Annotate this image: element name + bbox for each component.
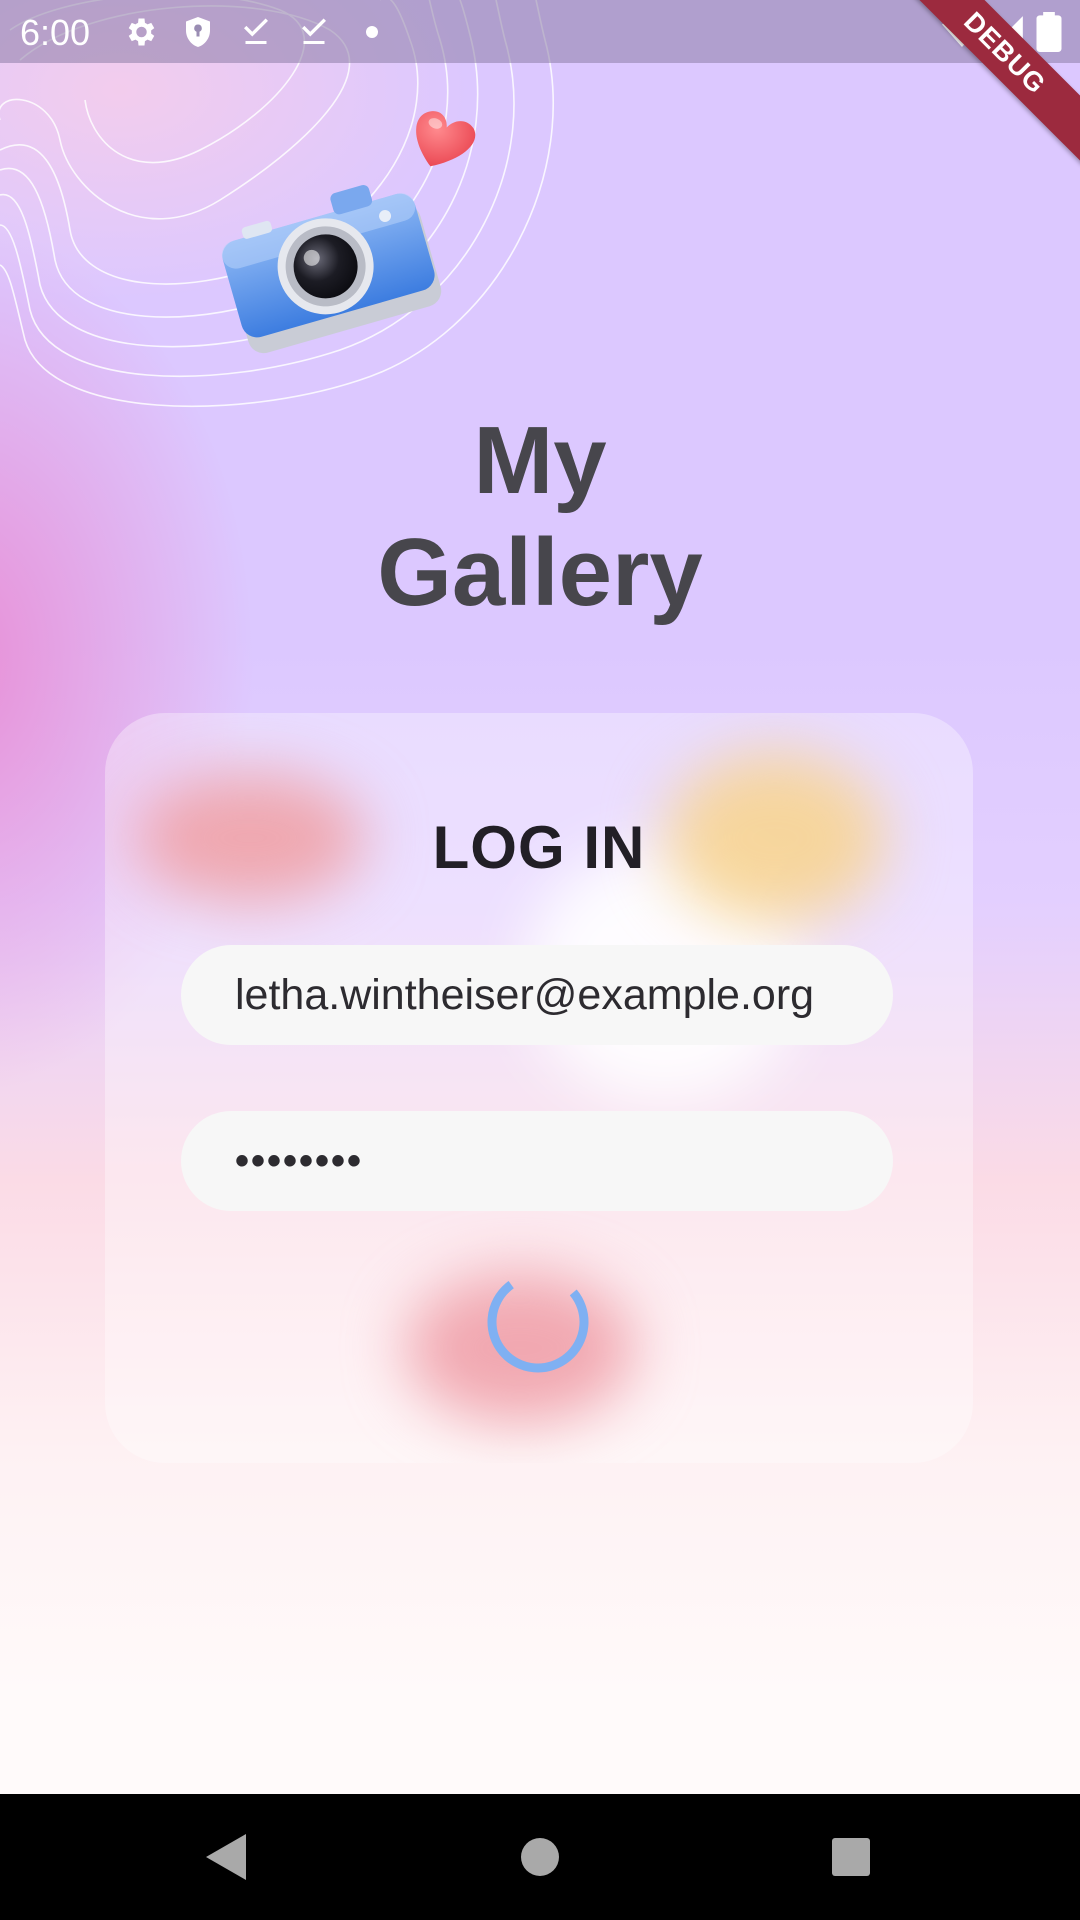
download-done-icon: [296, 14, 332, 50]
download-done-icon: [238, 14, 274, 50]
back-icon: [206, 1834, 246, 1880]
loading-spinner: [484, 1268, 592, 1376]
gear-icon: [122, 14, 158, 50]
back-button[interactable]: [165, 1794, 285, 1920]
dot-icon: [354, 14, 390, 50]
password-value: ••••••••: [235, 1138, 364, 1183]
status-time: 6:00: [20, 12, 91, 53]
email-value: letha.wintheiser@example.org: [235, 970, 815, 1019]
title-line-2: Gallery: [377, 519, 703, 626]
password-field[interactable]: ••••••••: [181, 1111, 893, 1211]
shield-icon: [180, 14, 216, 50]
home-button[interactable]: [480, 1794, 600, 1920]
navigation-bar: [0, 1794, 1080, 1920]
app-screen: My Gallery LOG IN letha.wintheiser@examp…: [0, 0, 1080, 1794]
recents-button[interactable]: [791, 1794, 911, 1920]
email-field[interactable]: letha.wintheiser@example.org: [181, 945, 893, 1045]
status-bar: 6:00: [0, 0, 1080, 63]
home-icon: [521, 1838, 559, 1876]
page-title: My Gallery: [0, 405, 1080, 629]
title-line-1: My: [473, 407, 607, 514]
login-card: LOG IN letha.wintheiser@example.org ••••…: [105, 713, 973, 1463]
recents-icon: [832, 1838, 870, 1876]
login-heading: LOG IN: [432, 814, 646, 881]
battery-icon: [1034, 12, 1064, 53]
camera-with-heart-icon: [220, 100, 490, 370]
